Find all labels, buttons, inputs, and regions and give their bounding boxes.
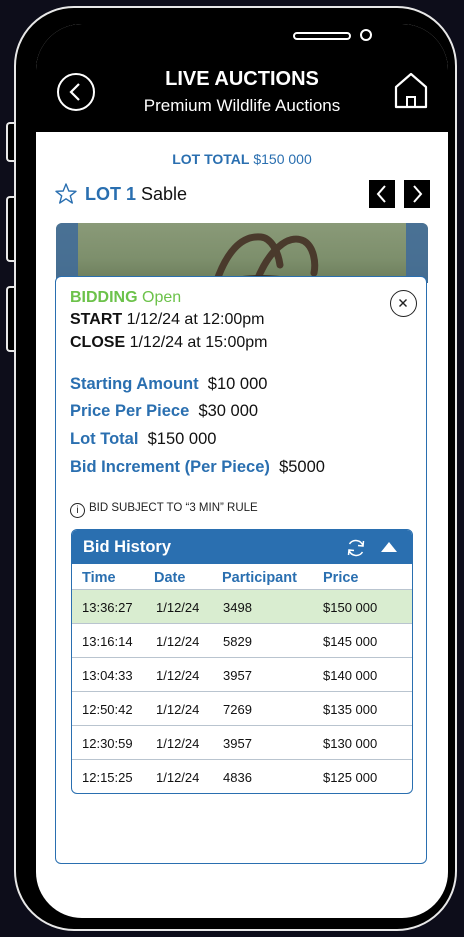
lot-details-card: BIDDING Open START 1/12/24 at 12:00pm CL… [55, 276, 427, 864]
cell-time: 13:36:27 [82, 600, 133, 615]
info-icon[interactable]: i [70, 503, 85, 518]
lot-total: Lot Total $150 000 [70, 430, 216, 449]
start-label: START [70, 311, 123, 328]
cell-price: $140 000 [323, 668, 378, 683]
cell-price: $150 000 [323, 600, 378, 615]
cell-price: $125 000 [323, 770, 378, 785]
lot-total-value: $150 000 [253, 151, 312, 167]
detail-label: Price Per Piece [70, 402, 190, 420]
close-button[interactable] [390, 290, 417, 317]
table-row: 12:15:25 1/12/24 4836 $125 000 [72, 759, 412, 793]
page-subtitle: Premium Wildlife Auctions [143, 96, 341, 115]
start-value: 1/12/24 at 12:00pm [126, 311, 265, 328]
close-icon [399, 299, 407, 307]
column-header-date: Date [154, 570, 186, 586]
lot-number: LOT 1 [85, 184, 137, 204]
cell-date: 1/12/24 [156, 736, 200, 751]
bid-history-title: Bid History [83, 538, 172, 556]
cell-participant: 3957 [223, 668, 252, 683]
cell-participant: 5829 [223, 634, 252, 649]
cell-time: 12:15:25 [82, 770, 133, 785]
bid-increment: Bid Increment (Per Piece) $5000 [70, 458, 325, 477]
detail-label: Lot Total [70, 430, 139, 448]
starting-amount: Starting Amount $10 000 [70, 375, 267, 394]
notch [128, 24, 372, 62]
cell-time: 13:04:33 [82, 668, 133, 683]
column-header-participant: Participant [222, 570, 297, 586]
cell-price: $130 000 [323, 736, 378, 751]
cell-date: 1/12/24 [156, 668, 200, 683]
detail-label: Starting Amount [70, 375, 199, 393]
detail-label: Bid Increment (Per Piece) [70, 458, 270, 476]
start-time: START 1/12/24 at 12:00pm [70, 311, 264, 329]
device-frame: LIVE AUCTIONS Premium Wildlife Auctions … [0, 0, 464, 937]
table-row: 12:30:59 1/12/24 3957 $130 000 [72, 725, 412, 759]
cell-date: 1/12/24 [156, 770, 200, 785]
table-row: 12:50:42 1/12/24 7269 $135 000 [72, 691, 412, 725]
page-title: LIVE AUCTIONS [165, 68, 319, 90]
star-icon[interactable] [54, 182, 78, 206]
chevron-left-icon [376, 185, 386, 203]
cell-date: 1/12/24 [156, 702, 200, 717]
column-header-time: Time [82, 570, 116, 586]
cell-time: 12:30:59 [82, 736, 133, 751]
lot-row: LOT 1 Sable [54, 180, 434, 210]
home-button[interactable] [393, 71, 429, 109]
next-lot-button[interactable] [404, 180, 430, 208]
detail-value: $30 000 [198, 402, 259, 420]
bidding-label: BIDDING [70, 289, 138, 306]
chevron-right-icon [413, 185, 423, 203]
table-row: 13:04:33 1/12/24 3957 $140 000 [72, 657, 412, 691]
lot-total-label: LOT TOTAL [172, 151, 250, 167]
cell-price: $135 000 [323, 702, 378, 717]
close-time: CLOSE 1/12/24 at 15:00pm [70, 334, 267, 352]
table-row: 13:16:14 1/12/24 5829 $145 000 [72, 623, 412, 657]
bid-history-header: Bid History [72, 530, 412, 564]
screen: LIVE AUCTIONS Premium Wildlife Auctions … [36, 24, 448, 918]
cell-time: 12:50:42 [82, 702, 133, 717]
lot-heading: LOT 1 Sable [85, 184, 187, 205]
bidding-value: Open [142, 289, 182, 306]
app-header: LIVE AUCTIONS Premium Wildlife Auctions [36, 24, 448, 132]
detail-value: $150 000 [147, 430, 217, 448]
rule-text: BID SUBJECT TO “3 MIN” RULE [89, 502, 258, 514]
cell-date: 1/12/24 [156, 600, 200, 615]
cell-time: 13:16:14 [82, 634, 133, 649]
bidding-status: BIDDING Open [70, 289, 181, 307]
camera-icon [360, 29, 372, 41]
cell-participant: 4836 [223, 770, 252, 785]
cell-price: $145 000 [323, 634, 378, 649]
lot-total-summary: LOT TOTAL $150 000 [36, 151, 448, 167]
bid-history-panel: Bid History Time Date Participant Price [71, 529, 413, 794]
previous-lot-button[interactable] [369, 180, 395, 208]
lot-species: Sable [141, 184, 188, 204]
cell-participant: 3957 [223, 736, 252, 751]
close-value: 1/12/24 at 15:00pm [129, 334, 268, 351]
lot-photo [56, 223, 428, 283]
cell-participant: 7269 [223, 702, 252, 717]
detail-value: $10 000 [207, 375, 268, 393]
detail-value: $5000 [279, 458, 325, 476]
bid-rule-note: i BID SUBJECT TO “3 MIN” RULE [70, 502, 258, 518]
cell-participant: 3498 [223, 600, 252, 615]
sable-photo-illustration [56, 223, 428, 283]
caret-up-icon[interactable] [380, 540, 398, 554]
refresh-icon[interactable] [345, 537, 367, 559]
column-header-price: Price [323, 570, 359, 586]
home-icon [394, 72, 428, 109]
speaker-icon [293, 32, 351, 40]
price-per-piece: Price Per Piece $30 000 [70, 402, 258, 421]
cell-date: 1/12/24 [156, 634, 200, 649]
close-label: CLOSE [70, 334, 126, 351]
table-row: 13:36:27 1/12/24 3498 $150 000 [72, 589, 412, 623]
